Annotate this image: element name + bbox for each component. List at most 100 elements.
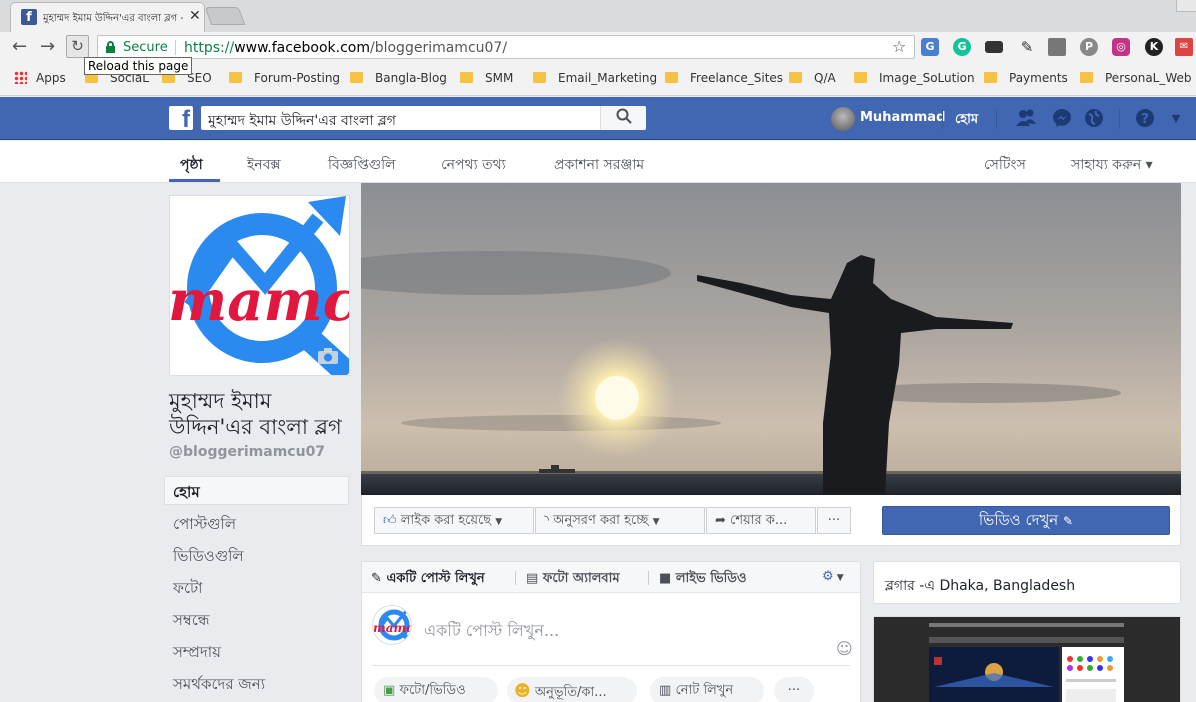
share-button[interactable]: ➦ শেয়ার ক... [706, 507, 816, 534]
bookmark-star-icon[interactable]: ☆ [892, 37, 906, 56]
more-composer-options-button[interactable]: ··· [774, 677, 814, 702]
note-icon: ▥ [659, 683, 672, 698]
liked-button[interactable]: 👍︎ লাইক করা হয়েছে ▼ [374, 507, 534, 534]
tab-inbox[interactable]: ইনবক্স [247, 153, 281, 177]
audience-selector-icon[interactable]: ⚙ ▼ [822, 569, 844, 584]
tab-publishing-tools[interactable]: প্রকাশনা সরঞ্জাম [554, 153, 644, 177]
profile-logo-text: mamcu [170, 268, 350, 334]
left-nav-home[interactable]: হোম [173, 481, 200, 506]
tab-settings[interactable]: সেটিংস [984, 153, 1026, 177]
notifications-globe-icon[interactable] [1083, 108, 1105, 130]
smiley-icon: ☻ [514, 681, 531, 700]
tab-page[interactable]: পৃষ্ঠা [180, 153, 203, 177]
window-minimize-button[interactable] [1176, 0, 1196, 12]
forward-arrow-icon[interactable]: → [40, 38, 55, 56]
composer-input[interactable]: একটি পোস্ট লিখুন... [424, 618, 559, 645]
pencil-icon: ✎ [1063, 514, 1074, 528]
bookmark-folder[interactable]: Q/A [789, 71, 836, 85]
left-nav-about[interactable]: সম্বন্ধে [173, 609, 210, 634]
k-extension-icon[interactable]: K [1145, 38, 1163, 56]
close-tab-icon[interactable]: ✕ [189, 8, 201, 24]
gmail-extension-icon[interactable]: ✉ [1175, 38, 1193, 56]
bookmark-apps[interactable]: Apps [14, 71, 66, 85]
cover-photo[interactable] [361, 183, 1181, 495]
following-button[interactable]: ◝ অনুসরণ করা হচ্ছে ▼ [535, 507, 705, 534]
left-nav-posts[interactable]: পোস্টগুলি [173, 513, 236, 538]
composer-tab-live-video[interactable]: ■ লাইভ ভিডিও [659, 569, 747, 590]
new-tab-button[interactable] [204, 7, 246, 25]
bookmark-folder[interactable]: Bangla-Blog [350, 71, 447, 85]
search-icon[interactable] [600, 106, 646, 130]
tab-insights[interactable]: নেপথ্য তথ্য [441, 153, 506, 177]
user-name-link[interactable]: Muhammad [860, 110, 945, 125]
emoji-icon[interactable]: ☺ [836, 639, 853, 658]
composer-avatar: mamcu [372, 605, 412, 645]
feeling-activity-button[interactable]: ☻ অনুভূতি/কা... [507, 677, 637, 702]
home-link[interactable]: হোম [955, 110, 978, 131]
left-nav-supporters[interactable]: সমর্থকদের জন্য [173, 673, 265, 698]
pinterest-extension-icon[interactable]: P [1080, 38, 1098, 56]
reload-tooltip: Reload this page [84, 57, 193, 75]
camera-icon[interactable] [316, 346, 340, 371]
back-arrow-icon[interactable]: ← [12, 38, 27, 56]
apps-grid-icon [14, 71, 27, 84]
watch-video-button[interactable]: ভিডিও দেখুন ✎ [882, 506, 1170, 535]
bookmark-label: Payments [1009, 71, 1068, 85]
feeling-label: অনুভূতি/কা... [534, 685, 607, 700]
page-handle[interactable]: @bloggerimamcu07 [169, 444, 325, 460]
divider [942, 109, 943, 129]
divider [648, 571, 649, 585]
help-dropdown[interactable]: সাহায্য করুন ▾ [1071, 153, 1153, 177]
friend-requests-icon[interactable] [1015, 108, 1037, 130]
bookmark-folder[interactable]: PersonaL_Web [1080, 71, 1192, 85]
bookmark-folder[interactable]: Payments [984, 71, 1068, 85]
composer-tab-photo-album[interactable]: ▤ ফটো অ্যালবাম [526, 569, 620, 590]
page-category-text[interactable]: ব্লগার -এ Dhaka, Bangladesh [885, 574, 1075, 598]
rss-icon: ◝ [544, 513, 550, 528]
url-text[interactable]: https://www.facebook.com/bloggerimamcu07… [184, 40, 507, 56]
write-note-button[interactable]: ▥ নোট লিখুন [650, 677, 764, 702]
bookmark-folder[interactable]: Image_SoLution [854, 71, 975, 85]
secure-label: Secure [123, 40, 168, 55]
bookmark-label: Apps [36, 71, 66, 85]
mask-extension-icon[interactable] [985, 41, 1003, 53]
grammarly-extension-icon[interactable]: G [953, 38, 971, 56]
photo-video-button[interactable]: ▣ ফটো/ভিডিও [374, 677, 498, 702]
pencil-icon: ✎ [371, 571, 382, 586]
website-preview-image[interactable] [873, 616, 1181, 702]
bookmark-label: Forum-Posting [254, 71, 341, 85]
account-menu-caret-icon[interactable]: ▼ [1165, 108, 1187, 130]
photo-icon: ▣ [383, 683, 396, 698]
composer-tab-label: ফটো অ্যালবাম [542, 571, 620, 586]
bookmark-folder[interactable]: Forum-Posting [229, 71, 340, 85]
tab-notifications[interactable]: বিজ্ঞপ্তিগুলি [328, 153, 396, 177]
divider [175, 40, 176, 55]
instagram-extension-icon[interactable]: ◎ [1112, 38, 1130, 56]
reload-icon[interactable]: ↻ [66, 35, 89, 58]
bookmark-folder[interactable]: SMM [460, 71, 513, 85]
left-nav-videos[interactable]: ভিডিওগুলি [173, 545, 244, 570]
profile-picture[interactable]: mamcu [169, 195, 350, 376]
eyedropper-extension-icon[interactable]: ✎ [1018, 38, 1036, 56]
help-icon[interactable]: ? [1134, 108, 1156, 130]
thumbs-up-icon: 👍︎ [383, 513, 397, 528]
post-composer: ✎ একটি পোস্ট লিখুন ▤ ফটো অ্যালবাম ■ লাইভ… [361, 561, 861, 702]
messenger-icon[interactable] [1051, 108, 1073, 130]
browser-tab[interactable]: f মুহাম্মদ ইমাম উদ্দিন'এর বাংলা ব্লগ - হ… [10, 2, 205, 32]
left-nav-photos[interactable]: ফটো [173, 577, 203, 602]
folder-icon [665, 72, 678, 83]
bookmark-folder[interactable]: Freelance_Sites [665, 71, 783, 85]
folder-icon [460, 72, 473, 83]
user-avatar[interactable] [831, 107, 855, 131]
composer-tab-write-post[interactable]: ✎ একটি পোস্ট লিখুন [371, 569, 485, 590]
address-bar[interactable]: Secure https://www.facebook.com/bloggeri… [97, 35, 915, 59]
more-options-button[interactable]: ··· [817, 507, 851, 534]
bookmark-folder[interactable]: Email_Marketing [533, 71, 657, 85]
facebook-logo-icon[interactable]: f [169, 106, 193, 130]
left-nav-community[interactable]: সম্প্রদায় [173, 641, 221, 666]
translate-extension-icon[interactable]: G [921, 38, 939, 56]
search-input[interactable]: মুহাম্মদ ইমাম উদ্দিন'এর বাংলা ব্লগ [201, 106, 646, 130]
photo-video-label: ফটো/ভিডিও [399, 683, 466, 698]
divider [372, 665, 850, 666]
grid-extension-icon[interactable] [1048, 38, 1066, 56]
